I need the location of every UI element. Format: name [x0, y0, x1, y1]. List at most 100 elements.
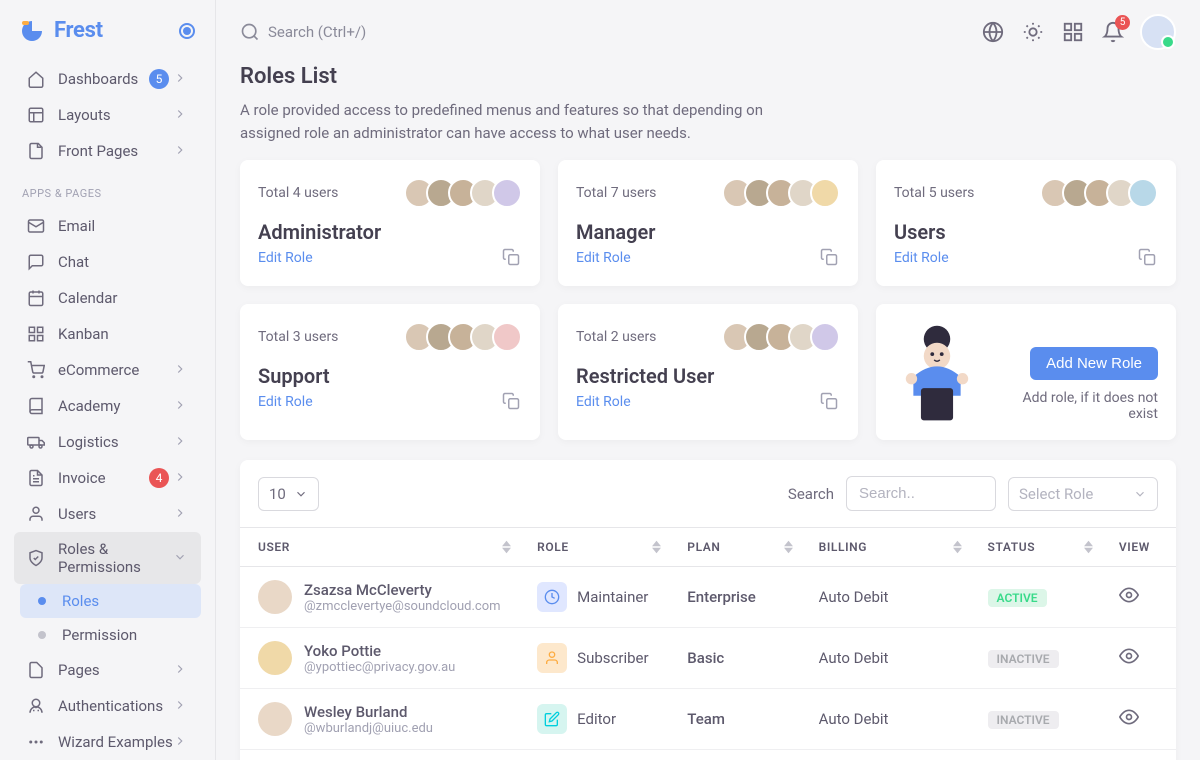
grid-icon [26, 324, 46, 344]
chevron-down-icon [1133, 487, 1147, 501]
search-input[interactable] [846, 476, 996, 511]
notifications-icon[interactable]: 5 [1100, 19, 1126, 45]
chat-icon [26, 252, 46, 272]
role-filter-select[interactable]: Select Role [1008, 477, 1158, 511]
sidebar-item-front-pages[interactable]: Front Pages [14, 133, 201, 169]
truck-icon [26, 432, 46, 452]
avatar-stack [722, 178, 840, 208]
avatar-icon [492, 178, 522, 208]
apps-icon[interactable] [1060, 19, 1086, 45]
plan-cell: Team [669, 750, 800, 760]
sidebar-item-users[interactable]: Users [14, 496, 201, 532]
nav-section-apps: APPS & PAGES [14, 169, 201, 208]
users-table-card: 10 Search Select Role USER ROLE [240, 460, 1176, 760]
lock-icon [26, 696, 46, 716]
total-users: Total 3 users [258, 329, 338, 345]
users-table: USER ROLE PLAN BILLING STATUS VIEW Zsazs… [240, 527, 1176, 760]
view-button[interactable] [1119, 646, 1139, 666]
chevron-right-icon [173, 734, 189, 750]
sidebar-item-chat[interactable]: Chat [14, 244, 201, 280]
search-icon [240, 22, 260, 42]
table-row: VK Vladamir Koschek@vkoschek17@abc.net.a… [240, 750, 1176, 760]
sidebar-item-layouts[interactable]: Layouts [14, 97, 201, 133]
files-icon [26, 141, 46, 161]
user-name[interactable]: Wesley Burland [304, 703, 433, 721]
sidebar-item-dashboards[interactable]: Dashboards 5 [14, 61, 201, 97]
status-badge: ACTIVE [988, 589, 1047, 607]
edit-role-link[interactable]: Edit Role [576, 394, 631, 410]
sidebar-subitem-roles[interactable]: Roles [20, 584, 201, 618]
user-avatar[interactable] [1140, 14, 1176, 50]
sidebar-item-calendar[interactable]: Calendar [14, 280, 201, 316]
edit-icon [537, 704, 567, 734]
chevron-down-icon [294, 487, 308, 501]
role-label: Maintainer [577, 588, 648, 606]
col-user[interactable]: USER [240, 528, 519, 567]
add-role-hint: Add role, if it does not exist [1008, 390, 1158, 422]
avatar-icon [810, 178, 840, 208]
shield-icon [26, 548, 46, 568]
avatar-stack [1040, 178, 1158, 208]
topbar: Search (Ctrl+/) 5 [216, 0, 1200, 64]
role-name: Support [258, 364, 522, 388]
sidebar-item-ecommerce[interactable]: eCommerce [14, 352, 201, 388]
col-status[interactable]: STATUS [970, 528, 1101, 567]
view-button[interactable] [1119, 585, 1139, 605]
user-email: @zmcclevertye@soundcloud.com [304, 599, 501, 614]
total-users: Total 4 users [258, 185, 338, 201]
sidebar-item-logistics[interactable]: Logistics [14, 424, 201, 460]
billing-cell: Auto Debit [801, 628, 970, 689]
chevron-right-icon [173, 71, 189, 87]
cart-icon [26, 360, 46, 380]
copy-icon[interactable] [502, 392, 522, 412]
copy-icon[interactable] [1138, 248, 1158, 268]
billing-cell: Auto Debit [801, 689, 970, 750]
chevron-right-icon [173, 434, 189, 450]
sidebar-pin-icon[interactable] [179, 23, 195, 39]
avatar-icon [810, 322, 840, 352]
user-avatar-icon [258, 641, 292, 675]
language-icon[interactable] [980, 19, 1006, 45]
file-icon [26, 468, 46, 488]
sidebar-item-authentications[interactable]: Authentications [14, 688, 201, 724]
sidebar-item-kanban[interactable]: Kanban [14, 316, 201, 352]
chevron-right-icon [173, 470, 189, 486]
chevron-down-icon [173, 550, 189, 566]
page-size-select[interactable]: 10 [258, 477, 319, 511]
user-name[interactable]: Zsazsa McCleverty [304, 581, 501, 599]
copy-icon[interactable] [820, 392, 840, 412]
plan-cell: Basic [669, 628, 800, 689]
billing-cell: Auto Debit [801, 567, 970, 628]
user-icon [537, 643, 567, 673]
table-row: Zsazsa McCleverty@zmcclevertye@soundclou… [240, 567, 1176, 628]
sidebar-item-email[interactable]: Email [14, 208, 201, 244]
col-role[interactable]: ROLE [519, 528, 669, 567]
user-name[interactable]: Yoko Pottie [304, 642, 455, 660]
search-trigger[interactable]: Search (Ctrl+/) [240, 22, 366, 42]
edit-role-link[interactable]: Edit Role [258, 394, 313, 410]
sidebar-item-academy[interactable]: Academy [14, 388, 201, 424]
copy-icon[interactable] [820, 248, 840, 268]
add-new-role-button[interactable]: Add New Role [1030, 347, 1158, 380]
view-button[interactable] [1119, 707, 1139, 727]
main: Search (Ctrl+/) 5 Roles List A role prov… [216, 0, 1200, 760]
edit-role-link[interactable]: Edit Role [576, 250, 631, 266]
edit-role-link[interactable]: Edit Role [894, 250, 949, 266]
sidebar-subitem-permission[interactable]: Permission [20, 618, 201, 652]
user-avatar-icon [258, 580, 292, 614]
sidebar-item-invoice[interactable]: Invoice4 [14, 460, 201, 496]
col-plan[interactable]: PLAN [669, 528, 800, 567]
role-label: Subscriber [577, 649, 648, 667]
col-billing[interactable]: BILLING [801, 528, 970, 567]
sidebar-item-roles-permissions[interactable]: Roles & Permissions [14, 532, 201, 584]
layout-icon [26, 105, 46, 125]
edit-role-link[interactable]: Edit Role [258, 250, 313, 266]
brand-logo-icon [20, 19, 44, 43]
theme-icon[interactable] [1020, 19, 1046, 45]
copy-icon[interactable] [502, 248, 522, 268]
sidebar: Frest Dashboards 5 Layouts Front Pages A… [0, 0, 216, 760]
dot-icon [38, 597, 46, 605]
sidebar-item-wizard[interactable]: Wizard Examples [14, 724, 201, 760]
plan-cell: Enterprise [669, 567, 800, 628]
sidebar-item-pages[interactable]: Pages [14, 652, 201, 688]
